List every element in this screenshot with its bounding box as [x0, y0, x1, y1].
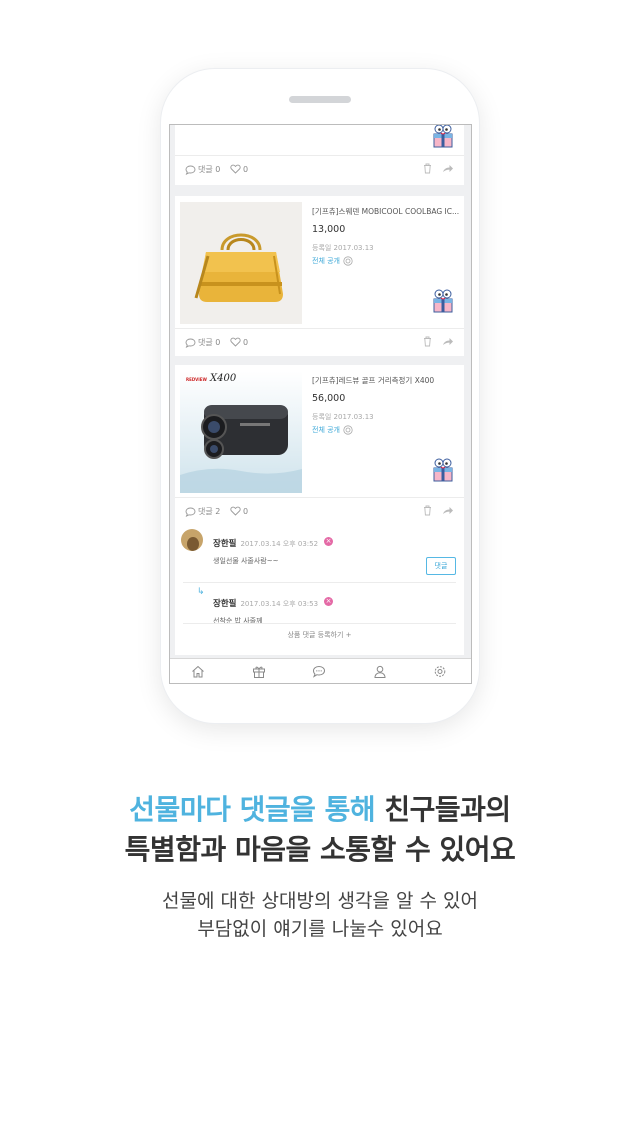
product-name[interactable]: [기프츄]스웨덴 MOBICOOL COOLBAG IC... [312, 206, 462, 217]
registered-date: 등록일 2017.03.13 [312, 244, 374, 252]
share-icon[interactable] [442, 506, 454, 515]
gift-post-card: [기프츄]스웨덴 MOBICOOL COOLBAG IC... 13,000 등… [175, 196, 464, 356]
comment-text: 생일선물 사줄사람~~ [213, 557, 279, 565]
visibility-toggle-icon [343, 425, 353, 435]
comment-count-button[interactable]: 댓글 2 [185, 506, 220, 517]
home-icon[interactable] [191, 665, 205, 678]
subtitle-line1: 선물에 대한 상대방의 생각을 알 수 있어 [162, 890, 478, 912]
like-count: 0 [243, 337, 249, 347]
visibility-label: 전체 공개 [312, 257, 340, 265]
trash-icon[interactable] [423, 336, 432, 347]
gift-mascot-icon [433, 125, 453, 148]
visibility-toggle-icon [343, 256, 353, 266]
visibility-setting[interactable]: 전체 공개 [312, 256, 462, 266]
visibility-setting[interactable]: 전체 공개 [312, 425, 462, 435]
post-actions: 댓글 0 0 [175, 155, 464, 182]
heart-icon [230, 337, 241, 347]
reply-item: ↳ 장한필 2017.03.14 오후 03:53 × 선착순 밥 사줄께 [175, 583, 464, 626]
headline-accent: 선물마다 댓글을 통해 [129, 793, 376, 826]
gift-post-card: REDVIEW X400 [기프츄]레드뷰 골프 거리측정기 X400 56,0… [175, 365, 464, 655]
reply-arrow-icon: ↳ [197, 587, 205, 597]
phone-frame: 댓글 0 0 [기프츄]스웨덴 MOBICOOL COOLBAG IC... 1… [161, 69, 479, 723]
subtitle-line2: 부담없이 얘기를 나눌수 있어요 [197, 918, 443, 940]
comment-icon [185, 165, 196, 175]
product-name[interactable]: [기프츄]레드뷰 골프 거리측정기 X400 [312, 375, 462, 386]
chat-icon[interactable] [312, 665, 326, 678]
comment-count-label: 댓글 0 [198, 338, 221, 347]
registered-date: 등록일 2017.03.13 [312, 413, 374, 421]
comment-author[interactable]: 장한필 [213, 599, 236, 609]
headline-line1: 선물마다 댓글을 통해 친구들과의 [0, 788, 640, 828]
product-rangefinder-image [180, 371, 302, 493]
comment-time: 2017.03.14 오후 03:52 [240, 540, 319, 548]
app-screen: 댓글 0 0 [기프츄]스웨덴 MOBICOOL COOLBAG IC... 1… [169, 124, 472, 684]
share-icon[interactable] [442, 164, 454, 173]
gift-mascot-icon [433, 289, 453, 313]
like-button[interactable]: 0 [230, 164, 248, 174]
avatar[interactable] [181, 529, 203, 551]
post-actions: 댓글 2 0 [175, 497, 464, 524]
phone-speaker [289, 96, 351, 103]
like-count: 0 [243, 164, 249, 174]
headline-line2: 특별함과 마음을 소통할 수 있어요 [124, 833, 516, 866]
like-button[interactable]: 0 [230, 506, 248, 516]
product-image[interactable]: REDVIEW X400 [180, 371, 302, 493]
bottom-tab-bar [170, 658, 471, 683]
comment-count-button[interactable]: 댓글 0 [185, 164, 220, 175]
product-price: 56,000 [312, 393, 346, 404]
gift-icon[interactable] [252, 665, 266, 678]
product-bag-image [180, 202, 302, 324]
comment-body: 장한필 2017.03.14 오후 03:52 × 생일선물 사줄사람~~ [213, 531, 334, 566]
settings-icon[interactable] [433, 665, 447, 678]
product-model-label: X400 [210, 373, 237, 384]
reply-button[interactable]: 댓글 [426, 557, 456, 575]
headline-rest: 친구들과의 [375, 793, 511, 826]
comment-icon [185, 507, 196, 517]
comment-author[interactable]: 장한필 [213, 539, 236, 549]
gift-post-card: 댓글 0 0 [175, 125, 464, 185]
comment-time: 2017.03.14 오후 03:53 [240, 600, 319, 608]
product-price: 13,000 [312, 224, 346, 235]
product-info: [기프츄]레드뷰 골프 거리측정기 X400 56,000 등록일 2017.0… [312, 375, 462, 435]
product-brand-label: REDVIEW [186, 377, 207, 382]
comment-count-button[interactable]: 댓글 0 [185, 337, 220, 348]
heart-icon [230, 506, 241, 516]
comment-text: 선착순 밥 사줄께 [213, 617, 263, 625]
visibility-label: 전체 공개 [312, 426, 340, 434]
product-image[interactable] [180, 202, 302, 324]
product-info: [기프츄]스웨덴 MOBICOOL COOLBAG IC... 13,000 등… [312, 206, 462, 266]
trash-icon[interactable] [423, 163, 432, 174]
trash-icon[interactable] [423, 505, 432, 516]
share-icon[interactable] [442, 337, 454, 346]
post-actions: 댓글 0 0 [175, 328, 464, 355]
comment-body: 장한필 2017.03.14 오후 03:53 × 선착순 밥 사줄께 [213, 591, 334, 626]
comment-count-label: 댓글 0 [198, 165, 221, 174]
profile-icon[interactable] [373, 665, 387, 678]
divider [183, 623, 456, 624]
delete-comment-icon[interactable]: × [324, 537, 334, 546]
add-comment-button[interactable]: 상품 댓글 등록하기 + [175, 630, 464, 640]
comment-item: 장한필 2017.03.14 오후 03:52 × 생일선물 사줄사람~~ 댓글 [175, 523, 464, 581]
like-button[interactable]: 0 [230, 337, 248, 347]
heart-icon [230, 164, 241, 174]
like-count: 0 [243, 506, 249, 516]
comment-icon [185, 338, 196, 348]
delete-comment-icon[interactable]: × [324, 597, 334, 606]
gift-mascot-icon [433, 458, 453, 482]
comment-count-label: 댓글 2 [198, 507, 221, 516]
